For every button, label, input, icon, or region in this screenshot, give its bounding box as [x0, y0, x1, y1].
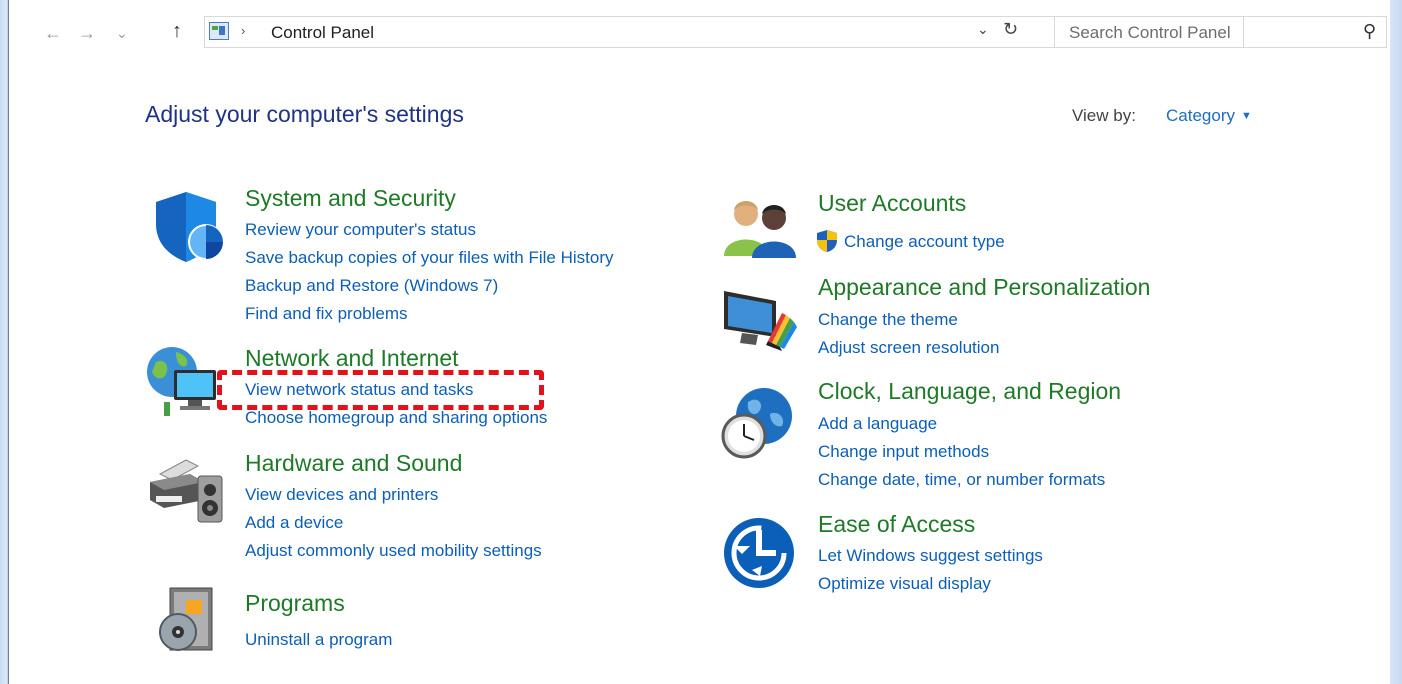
category-programs[interactable]: Programs: [245, 590, 345, 617]
link-view-devices-and-printers[interactable]: View devices and printers: [245, 485, 438, 505]
page-title: Adjust your computer's settings: [145, 101, 464, 127]
window-left-edge: [0, 0, 9, 684]
clock-globe-icon: [720, 384, 798, 467]
category-clock-language-region[interactable]: Clock, Language, and Region: [818, 378, 1121, 405]
recent-locations-chevron-icon[interactable]: ⌄: [116, 21, 128, 45]
category-user-accounts[interactable]: User Accounts: [818, 190, 966, 217]
refresh-icon[interactable]: ↻: [1003, 19, 1018, 40]
window-right-edge: [1390, 0, 1402, 684]
search-box[interactable]: ⚲: [1054, 16, 1387, 49]
link-optimize-visual-display[interactable]: Optimize visual display: [818, 574, 991, 594]
user-accounts-icon: [722, 196, 798, 265]
control-panel-icon: [209, 22, 229, 40]
link-change-account-type[interactable]: Change account type: [844, 232, 1005, 252]
view-by-value: Category: [1166, 106, 1235, 125]
link-file-history-backup[interactable]: Save backup copies of your files with Fi…: [245, 248, 614, 268]
link-uninstall-a-program[interactable]: Uninstall a program: [245, 630, 392, 650]
printer-speaker-icon: [146, 452, 226, 533]
link-mobility-settings[interactable]: Adjust commonly used mobility settings: [245, 541, 542, 561]
link-view-network-status[interactable]: View network status and tasks: [245, 380, 473, 400]
programs-disc-icon: [156, 586, 220, 661]
link-adjust-screen-resolution[interactable]: Adjust screen resolution: [818, 338, 999, 358]
up-arrow-icon[interactable]: ↑: [172, 19, 182, 43]
link-windows-suggest-settings[interactable]: Let Windows suggest settings: [818, 546, 1043, 566]
category-hardware-and-sound[interactable]: Hardware and Sound: [245, 450, 462, 477]
category-appearance-and-personalization[interactable]: Appearance and Personalization: [818, 274, 1150, 301]
back-arrow-icon[interactable]: ←: [44, 21, 62, 45]
category-ease-of-access[interactable]: Ease of Access: [818, 511, 975, 538]
uac-shield-icon: [816, 229, 838, 258]
link-find-and-fix-problems[interactable]: Find and fix problems: [245, 304, 408, 324]
appearance-monitor-icon: [722, 285, 798, 360]
link-add-a-device[interactable]: Add a device: [245, 513, 343, 533]
breadcrumb-control-panel[interactable]: Control Panel: [271, 23, 374, 43]
link-date-time-number-formats[interactable]: Change date, time, or number formats: [818, 470, 1105, 490]
ease-of-access-icon: [722, 516, 796, 595]
link-backup-and-restore[interactable]: Backup and Restore (Windows 7): [245, 276, 498, 296]
search-icon[interactable]: ⚲: [1363, 21, 1376, 42]
search-input[interactable]: [1055, 17, 1351, 49]
link-change-input-methods[interactable]: Change input methods: [818, 442, 989, 462]
breadcrumb-separator: ›: [241, 23, 246, 38]
address-dropdown-chevron-icon[interactable]: ⌄: [977, 21, 989, 38]
link-add-a-language[interactable]: Add a language: [818, 414, 937, 434]
network-globe-icon: [146, 344, 226, 425]
link-homegroup-sharing[interactable]: Choose homegroup and sharing options: [245, 408, 547, 428]
category-network-and-internet[interactable]: Network and Internet: [245, 345, 459, 372]
category-system-and-security[interactable]: System and Security: [245, 185, 456, 212]
link-review-computer-status[interactable]: Review your computer's status: [245, 220, 476, 240]
view-by-label: View by:: [1072, 106, 1136, 125]
shield-icon: [150, 190, 226, 271]
link-change-the-theme[interactable]: Change the theme: [818, 310, 958, 330]
forward-arrow-icon[interactable]: →: [78, 21, 96, 45]
view-by-dropdown[interactable]: Category ▼: [1166, 106, 1252, 126]
caret-down-icon: ▼: [1240, 110, 1252, 122]
